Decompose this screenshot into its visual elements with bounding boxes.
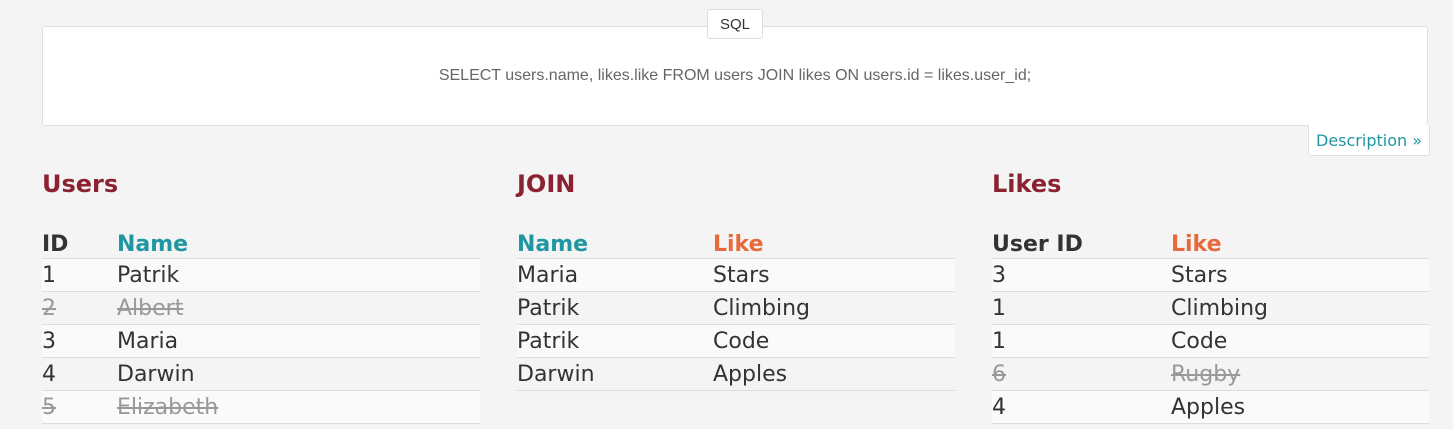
users-header-id: ID — [42, 232, 69, 257]
table-row: 5 Elizabeth — [42, 390, 480, 424]
join-header-like: Like — [713, 232, 764, 257]
table-row: Maria Stars — [517, 258, 955, 292]
likes-header-like: Like — [1171, 232, 1222, 257]
join-section: JOIN Name Like Maria Stars Patrik Climbi… — [517, 166, 955, 391]
join-like-cell: Code — [713, 324, 955, 358]
table-row: 6 Rugby — [992, 357, 1429, 391]
join-name-cell: Maria — [517, 258, 713, 292]
table-row: Darwin Apples — [517, 357, 955, 391]
like-value-cell: Climbing — [1171, 291, 1429, 325]
sql-query-text: SELECT users.name, likes.like FROM users… — [438, 67, 1032, 84]
like-user-id-cell: 1 — [992, 291, 1171, 325]
sql-query-panel: SELECT users.name, likes.like FROM users… — [42, 26, 1428, 126]
user-name-cell: Maria — [117, 324, 480, 358]
like-value-cell: Apples — [1171, 390, 1429, 424]
user-name-cell: Elizabeth — [117, 390, 480, 424]
like-user-id-cell: 1 — [992, 324, 1171, 358]
users-table: ID Name 1 Patrik 2 Albert 3 Maria 4 Darw… — [42, 226, 480, 424]
sql-tag: SQL — [707, 9, 763, 39]
table-row: 4 Apples — [992, 390, 1429, 424]
likes-title: Likes — [992, 170, 1062, 198]
join-name-cell: Patrik — [517, 324, 713, 358]
table-row: 1 Climbing — [992, 291, 1429, 325]
likes-header-user-id: User ID — [992, 232, 1083, 257]
table-row: 1 Patrik — [42, 258, 480, 292]
table-row: Patrik Code — [517, 324, 955, 358]
user-name-cell: Darwin — [117, 357, 480, 391]
likes-table: User ID Like 3 Stars 1 Climbing 1 Code 6… — [992, 226, 1429, 424]
join-header-name: Name — [517, 232, 589, 257]
likes-section: Likes User ID Like 3 Stars 1 Climbing 1 … — [992, 166, 1429, 424]
join-title: JOIN — [517, 170, 576, 198]
table-row: 3 Stars — [992, 258, 1429, 292]
like-value-cell: Stars — [1171, 258, 1429, 292]
table-row: 1 Code — [992, 324, 1429, 358]
join-name-cell: Darwin — [517, 357, 713, 391]
table-row: 4 Darwin — [42, 357, 480, 391]
user-id-cell: 3 — [42, 324, 117, 358]
table-row: 2 Albert — [42, 291, 480, 325]
users-section: Users ID Name 1 Patrik 2 Albert 3 Maria … — [42, 166, 480, 424]
like-user-id-cell: 4 — [992, 390, 1171, 424]
user-name-cell: Albert — [117, 291, 480, 325]
users-header-name: Name — [117, 232, 189, 257]
user-id-cell: 2 — [42, 291, 117, 325]
description-link[interactable]: Description » — [1308, 125, 1430, 156]
like-user-id-cell: 6 — [992, 357, 1171, 391]
join-like-cell: Apples — [713, 357, 955, 391]
join-like-cell: Climbing — [713, 291, 955, 325]
join-table: Name Like Maria Stars Patrik Climbing Pa… — [517, 226, 955, 391]
join-name-cell: Patrik — [517, 291, 713, 325]
like-user-id-cell: 3 — [992, 258, 1171, 292]
join-like-cell: Stars — [713, 258, 955, 292]
sql-join-page: SELECT users.name, likes.like FROM users… — [0, 0, 1453, 429]
users-title: Users — [42, 170, 119, 198]
user-id-cell: 4 — [42, 357, 117, 391]
user-id-cell: 5 — [42, 390, 117, 424]
like-value-cell: Rugby — [1171, 357, 1429, 391]
like-value-cell: Code — [1171, 324, 1429, 358]
user-id-cell: 1 — [42, 258, 117, 292]
table-row: 3 Maria — [42, 324, 480, 358]
user-name-cell: Patrik — [117, 258, 480, 292]
table-row: Patrik Climbing — [517, 291, 955, 325]
